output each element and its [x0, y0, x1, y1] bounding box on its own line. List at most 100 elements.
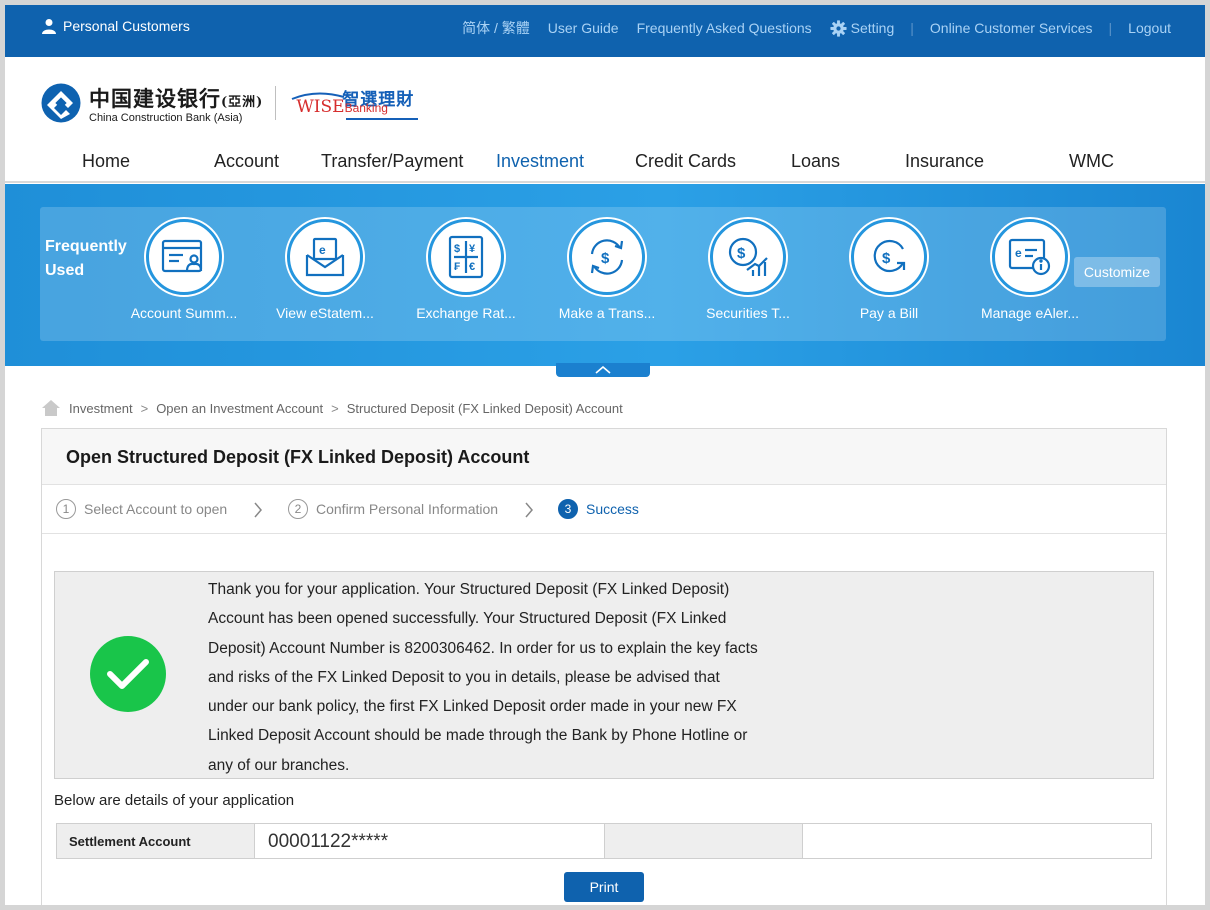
language-switch[interactable]: 简体 / 繁體	[462, 18, 530, 38]
message-line: under our bank policy, the first FX Link…	[208, 698, 737, 716]
page-title: Open Structured Deposit (FX Linked Depos…	[66, 447, 530, 467]
message-line: Thank you for your application. Your Str…	[208, 581, 730, 598]
account-summary-icon	[146, 219, 222, 295]
nav-loans[interactable]: Loans	[791, 151, 840, 172]
segment-label: Personal Customers	[63, 18, 190, 34]
breadcrumb: Investment > Open an Investment Account …	[41, 399, 623, 417]
svg-text:₣: ₣	[454, 261, 460, 273]
wise-english: WISEBanking	[296, 97, 388, 117]
fav-label: Exchange Rat...	[416, 305, 516, 321]
fav-view-estatement[interactable]: e View eStatem...	[265, 219, 385, 321]
home-icon[interactable]	[41, 399, 61, 417]
setting-link[interactable]: Setting	[830, 19, 895, 37]
fav-exchange-rate[interactable]: $ ¥ ₣ € Exchange Rat...	[406, 219, 526, 321]
nav-home[interactable]: Home	[82, 151, 130, 172]
fav-label: Securities T...	[706, 305, 790, 321]
success-message-box: Thank you for your application. Your Str…	[54, 571, 1154, 779]
main-nav: Home Account Transfer/Payment Investment…	[5, 145, 1205, 183]
chevron-right-icon	[525, 502, 533, 518]
breadcrumb-separator: >	[140, 400, 149, 416]
step-number: 3	[558, 499, 578, 519]
step-3: 3 Success	[558, 499, 639, 519]
success-check-icon	[90, 636, 166, 712]
divider: |	[910, 20, 914, 36]
nav-transfer-payment[interactable]: Transfer/Payment	[321, 151, 463, 172]
nav-wmc[interactable]: WMC	[1069, 151, 1114, 172]
exchange-rate-icon: $ ¥ ₣ €	[428, 219, 504, 295]
ealert-icon: e	[992, 219, 1068, 295]
success-message: Thank you for your application. Your Str…	[208, 575, 818, 780]
fav-account-summary[interactable]: Account Summ...	[124, 219, 244, 321]
fav-manage-ealert[interactable]: e Manage eAler...	[970, 219, 1090, 321]
progress-steps: 1 Select Account to open 2 Confirm Perso…	[42, 486, 1166, 534]
gear-icon	[830, 19, 847, 37]
user-guide-link[interactable]: User Guide	[548, 20, 619, 36]
svg-text:$: $	[601, 250, 610, 267]
fav-pay-bill[interactable]: $ Pay a Bill	[829, 219, 949, 321]
fav-label: Make a Trans...	[558, 305, 656, 321]
app-frame: Personal Customers 简体 / 繁體 User Guide Fr…	[5, 5, 1205, 905]
ccb-logo-icon[interactable]	[41, 83, 81, 123]
step-2: 2 Confirm Personal Information	[288, 499, 498, 519]
setting-label: Setting	[850, 20, 895, 36]
message-line: any of our branches.	[208, 756, 350, 774]
svg-text:€: €	[469, 261, 475, 273]
estatement-icon: e	[287, 219, 363, 295]
settlement-account-value: 00001122*****	[255, 824, 605, 858]
segment-selector[interactable]: Personal Customers	[41, 18, 190, 34]
breadcrumb-investment[interactable]: Investment	[69, 401, 133, 416]
svg-text:e: e	[1015, 246, 1022, 260]
logout-link[interactable]: Logout	[1128, 20, 1171, 36]
fav-securities-trading[interactable]: $ Securities T...	[688, 219, 808, 321]
bank-name-chinese: 中国建设银行(亞洲)	[89, 85, 264, 111]
logo-area: 中国建设银行(亞洲) China Construction Bank (Asia…	[41, 81, 424, 125]
step-label: Select Account to open	[84, 501, 228, 517]
svg-text:¥: ¥	[469, 243, 476, 255]
bank-name: 中国建设银行(亞洲) China Construction Bank (Asia…	[89, 83, 263, 124]
chevron-up-icon	[595, 366, 611, 374]
step-1: 1 Select Account to open	[56, 499, 227, 519]
faq-link[interactable]: Frequently Asked Questions	[637, 20, 812, 36]
settlement-account-label: Settlement Account	[57, 824, 255, 858]
securities-icon: $	[710, 219, 786, 295]
fav-label: Manage eAler...	[980, 305, 1080, 321]
transfer-icon: $	[569, 219, 645, 295]
nav-credit-cards[interactable]: Credit Cards	[635, 151, 736, 172]
breadcrumb-separator: >	[331, 400, 339, 416]
step-number: 1	[56, 499, 76, 519]
message-line: Deposit) Account Number is 8200306462. I…	[208, 639, 758, 657]
pay-bill-icon: $	[851, 219, 927, 295]
wise-banking-logo: 智選理財 WISEBanking	[290, 83, 424, 123]
empty-value-cell	[803, 824, 1151, 858]
print-button[interactable]: Print	[564, 872, 644, 902]
quick-access-banner: Frequently Used Account Summ... e View e…	[5, 184, 1205, 366]
application-card: Open Structured Deposit (FX Linked Depos…	[41, 428, 1167, 905]
nav-investment[interactable]: Investment	[496, 151, 584, 172]
collapse-banner-button[interactable]	[556, 363, 650, 377]
fav-label: View eStatem...	[276, 305, 374, 321]
wise-underline-icon	[346, 118, 419, 120]
divider: |	[1108, 20, 1113, 36]
svg-text:e: e	[319, 243, 326, 257]
nav-insurance[interactable]: Insurance	[905, 151, 984, 172]
svg-text:$: $	[737, 245, 746, 262]
breadcrumb-open-account[interactable]: Open an Investment Account	[156, 401, 323, 416]
step-label: Success	[586, 501, 639, 517]
top-links: 简体 / 繁體 User Guide Frequently Asked Ques…	[462, 18, 1205, 38]
details-table: Settlement Account 00001122*****	[56, 823, 1152, 859]
fav-label: Pay a Bill	[859, 305, 919, 321]
details-heading: Below are details of your application	[54, 792, 295, 809]
person-icon	[42, 19, 56, 34]
bank-name-english: China Construction Bank (Asia)	[89, 111, 243, 124]
top-bar: Personal Customers 简体 / 繁體 User Guide Fr…	[5, 5, 1205, 57]
breadcrumb-current: Structured Deposit (FX Linked Deposit) A…	[346, 400, 623, 416]
empty-label-cell	[605, 824, 803, 858]
message-line: and risks of the FX Linked Deposit to yo…	[208, 668, 720, 686]
svg-text:$: $	[454, 243, 460, 255]
online-service-link[interactable]: Online Customer Services	[930, 20, 1093, 36]
step-number: 2	[288, 499, 308, 519]
step-label: Confirm Personal Information	[316, 501, 499, 517]
fav-make-transfer[interactable]: $ Make a Trans...	[547, 219, 667, 321]
customize-button[interactable]: Customize	[1074, 257, 1160, 287]
nav-account[interactable]: Account	[214, 151, 279, 172]
